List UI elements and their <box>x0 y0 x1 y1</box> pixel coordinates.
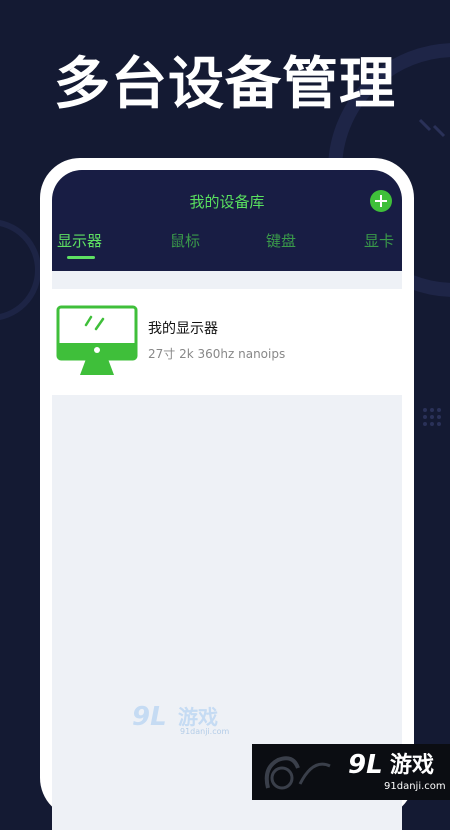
corner-watermark-name: 游戏 <box>390 753 435 778</box>
tab-graphics-card[interactable]: 显卡 <box>364 230 394 252</box>
device-spec: 27寸 2k 360hz nanoips <box>148 347 286 361</box>
corner-watermark-badge: 9L 游戏 91danji.com <box>252 744 450 800</box>
watermark-logo: 9L 游戏 91danji.com <box>132 702 232 738</box>
device-list-item[interactable]: 我的显示器 27寸 2k 360hz nanoips <box>52 289 402 395</box>
tab-mouse[interactable]: 鼠标 <box>170 230 200 252</box>
corner-watermark-site: 91danji.com <box>384 781 446 792</box>
device-name: 我的显示器 <box>148 321 218 337</box>
app-header: 我的设备库 显示器 鼠标 键盘 显卡 <box>52 170 402 271</box>
watermark-emblem-icon <box>264 756 331 790</box>
watermark-mark: 9L <box>132 702 167 732</box>
content-gap <box>52 271 402 289</box>
plus-icon-vertical <box>380 195 382 207</box>
headline: 多台设备管理 <box>54 52 396 117</box>
monitor-icon <box>56 305 138 375</box>
tab-keyboard[interactable]: 键盘 <box>266 230 296 252</box>
tab-monitor[interactable]: 显示器 <box>57 230 102 252</box>
watermark-site: 91danji.com <box>180 727 230 736</box>
add-device-button[interactable] <box>370 190 392 212</box>
corner-watermark-mark: 9L <box>348 750 383 780</box>
tab-indicator <box>67 256 95 259</box>
page-title: 我的设备库 <box>189 193 265 211</box>
